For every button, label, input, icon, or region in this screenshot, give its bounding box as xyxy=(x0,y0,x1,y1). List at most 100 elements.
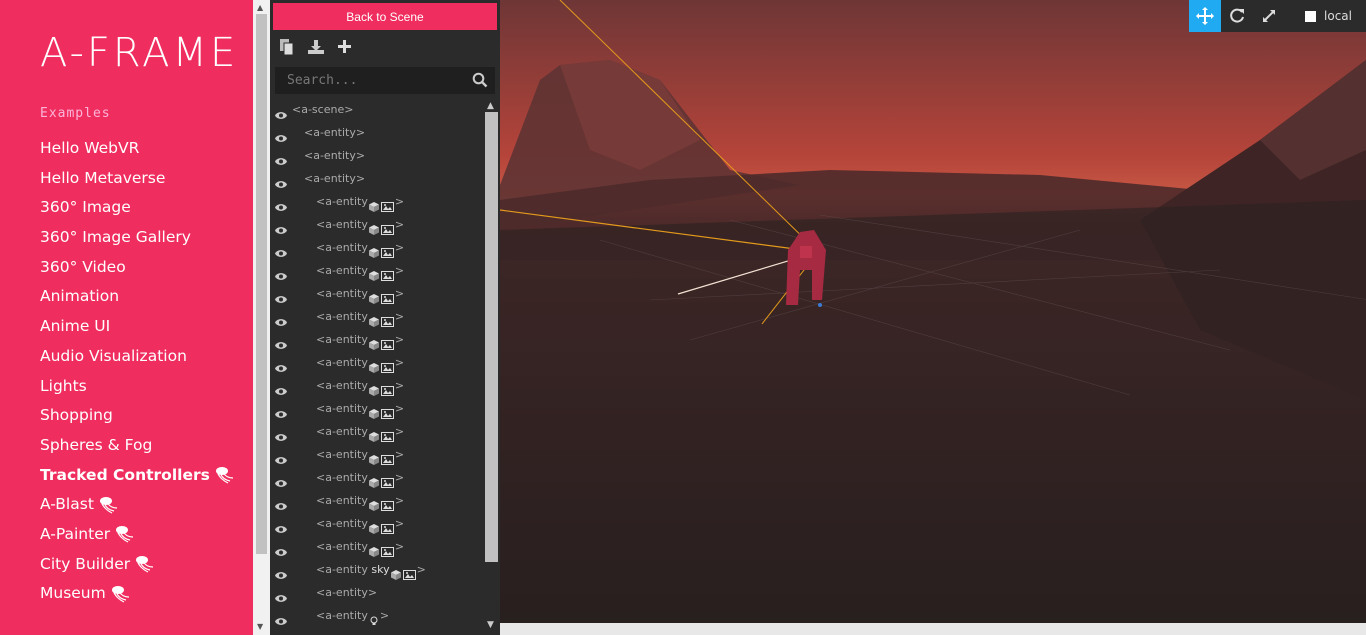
search-icon[interactable] xyxy=(472,72,490,90)
visibility-eye-icon[interactable] xyxy=(275,450,287,464)
entity-tag: <a-entity xyxy=(316,379,368,392)
visibility-eye-icon[interactable] xyxy=(275,197,287,211)
entity-id: sky xyxy=(371,563,390,576)
entity-tag-close: > xyxy=(394,517,405,530)
scene-graph-tree: <a-scene> <a-entity> <a-entity> <a-entity> <… xyxy=(270,98,483,635)
example-link-lights[interactable]: Lights xyxy=(40,374,234,404)
tree-node-label: <a-entity > xyxy=(316,236,404,259)
tree-node[interactable]: <a-entity> xyxy=(270,489,483,512)
local-checkbox[interactable] xyxy=(1305,10,1317,22)
jellyfish-icon xyxy=(98,496,118,514)
tree-node[interactable]: <a-scene> xyxy=(270,98,483,121)
tree-node[interactable]: <a-entity> xyxy=(270,144,483,167)
tree-node[interactable]: <a-entity> xyxy=(270,581,483,604)
entity-tag: <a-entity xyxy=(316,195,368,208)
tree-node[interactable]: <a-entity> xyxy=(270,512,483,535)
example-link-hello-webvr[interactable]: Hello WebVR xyxy=(40,136,234,166)
visibility-eye-icon[interactable] xyxy=(275,335,287,349)
visibility-eye-icon[interactable] xyxy=(275,496,287,510)
tree-node[interactable]: <a-entity> xyxy=(270,213,483,236)
visibility-eye-icon[interactable] xyxy=(275,588,287,602)
copy-icon[interactable] xyxy=(278,38,300,60)
visibility-eye-icon[interactable] xyxy=(275,358,287,372)
visibility-eye-icon[interactable] xyxy=(275,266,287,280)
scrollbar-thumb[interactable] xyxy=(256,14,267,554)
visibility-eye-icon[interactable] xyxy=(275,151,287,165)
visibility-eye-icon[interactable] xyxy=(275,312,287,326)
inspector-toolbar xyxy=(278,38,360,60)
jellyfish-icon xyxy=(214,466,234,484)
tree-node[interactable]: <a-entity> xyxy=(270,282,483,305)
tree-scrollbar[interactable]: ▲ ▼ xyxy=(483,98,500,635)
page-scrollbar[interactable]: ▲ ▼ xyxy=(253,0,270,635)
tree-node[interactable]: <a-entity sky > xyxy=(270,558,483,581)
scroll-down-arrow-icon[interactable]: ▼ xyxy=(257,622,263,631)
rotate-tool-button[interactable] xyxy=(1221,0,1253,32)
tree-scroll-down-icon[interactable]: ▼ xyxy=(487,620,494,630)
example-link-hello-metaverse[interactable]: Hello Metaverse xyxy=(40,166,234,196)
scroll-up-arrow-icon[interactable]: ▲ xyxy=(257,3,263,12)
example-link-audio-visualization[interactable]: Audio Visualization xyxy=(40,344,234,374)
scene-viewport[interactable]: local xyxy=(500,0,1366,623)
example-link-a-painter[interactable]: A-Painter xyxy=(40,522,234,552)
back-to-scene-button[interactable]: Back to Scene xyxy=(273,3,497,30)
tree-scrollbar-thumb[interactable] xyxy=(485,112,498,562)
aframe-logo[interactable]: A-FRAME xyxy=(40,30,238,76)
visibility-eye-icon[interactable] xyxy=(275,105,287,119)
visibility-eye-icon[interactable] xyxy=(275,473,287,487)
example-link-anime-ui[interactable]: Anime UI xyxy=(40,314,234,344)
tree-node[interactable]: <a-entity> xyxy=(270,466,483,489)
tree-node[interactable]: <a-entity> xyxy=(270,121,483,144)
visibility-eye-icon[interactable] xyxy=(275,174,287,188)
tree-node[interactable]: <a-entity> xyxy=(270,328,483,351)
export-icon[interactable] xyxy=(307,38,329,60)
example-link-360-image[interactable]: 360° Image xyxy=(40,195,234,225)
example-link-animation[interactable]: Animation xyxy=(40,284,234,314)
scene-render[interactable] xyxy=(500,0,1366,623)
visibility-eye-icon[interactable] xyxy=(275,243,287,257)
tree-node-label: <a-entity > xyxy=(316,213,404,236)
visibility-eye-icon[interactable] xyxy=(275,427,287,441)
example-link-360-image-gallery[interactable]: 360° Image Gallery xyxy=(40,225,234,255)
visibility-eye-icon[interactable] xyxy=(275,404,287,418)
example-link-shopping[interactable]: Shopping xyxy=(40,403,234,433)
tree-node[interactable]: <a-entity> xyxy=(270,305,483,328)
tree-node[interactable]: <a-entity> xyxy=(270,443,483,466)
example-link-city-builder[interactable]: City Builder xyxy=(40,552,234,582)
tree-scroll-up-icon[interactable]: ▲ xyxy=(487,101,494,111)
example-link-a-blast[interactable]: A-Blast xyxy=(40,492,234,522)
visibility-eye-icon[interactable] xyxy=(275,128,287,142)
visibility-eye-icon[interactable] xyxy=(275,519,287,533)
example-link-spheres-fog[interactable]: Spheres & Fog xyxy=(40,433,234,463)
tree-node[interactable]: <a-entity> xyxy=(270,351,483,374)
tree-node[interactable]: <a-entity> xyxy=(270,259,483,282)
tree-node-label: <a-entity sky > xyxy=(316,558,426,581)
visibility-eye-icon[interactable] xyxy=(275,542,287,556)
scale-tool-button[interactable] xyxy=(1253,0,1285,32)
material-image-icon xyxy=(380,427,394,442)
tree-node-label: <a-entity > xyxy=(316,351,404,374)
visibility-eye-icon[interactable] xyxy=(275,565,287,579)
example-link-tracked-controllers[interactable]: Tracked Controllers xyxy=(40,463,234,493)
tree-node[interactable]: <a-entity> xyxy=(270,535,483,558)
example-link-museum[interactable]: Museum xyxy=(40,581,234,611)
add-entity-icon[interactable] xyxy=(336,38,358,60)
tree-node[interactable]: <a-entity> xyxy=(270,190,483,213)
local-space-toggle[interactable]: local xyxy=(1285,9,1366,23)
tree-node[interactable]: <a-entity> xyxy=(270,397,483,420)
tree-node[interactable]: <a-entity> xyxy=(270,167,483,190)
visibility-eye-icon[interactable] xyxy=(275,611,287,625)
visibility-eye-icon[interactable] xyxy=(275,381,287,395)
tree-node[interactable]: <a-entity> xyxy=(270,604,483,627)
example-link-360-video[interactable]: 360° Video xyxy=(40,255,234,285)
visibility-eye-icon[interactable] xyxy=(275,289,287,303)
tree-node[interactable]: <a-entity> xyxy=(270,420,483,443)
entity-tag-close: > xyxy=(394,471,405,484)
visibility-eye-icon[interactable] xyxy=(275,220,287,234)
geometry-cube-icon xyxy=(368,197,379,212)
tree-node[interactable]: <a-entity> xyxy=(270,236,483,259)
entity-tag-close: > xyxy=(394,425,405,438)
tree-node[interactable]: <a-entity> xyxy=(270,374,483,397)
entity-search-input[interactable] xyxy=(275,67,495,94)
translate-tool-button[interactable] xyxy=(1189,0,1222,32)
